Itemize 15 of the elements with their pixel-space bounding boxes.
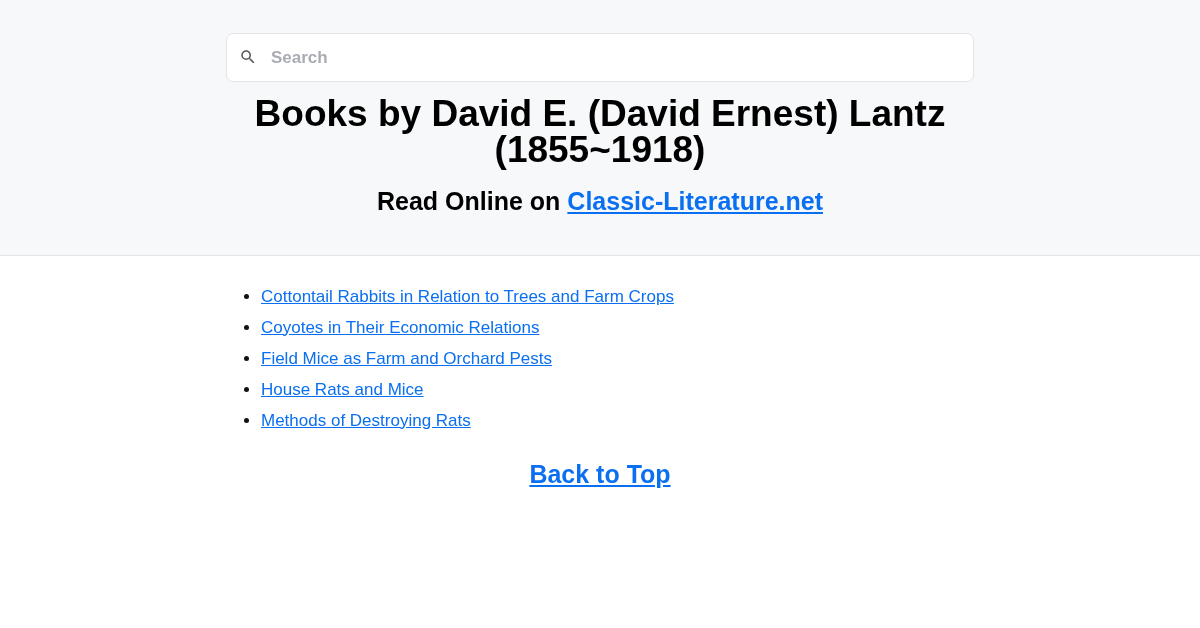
bullet-icon [244, 325, 249, 330]
bullet-icon [244, 418, 249, 423]
book-link[interactable]: Coyotes in Their Economic Relations [261, 317, 540, 338]
bullet-icon [244, 294, 249, 299]
back-to-top-link[interactable]: Back to Top [529, 460, 671, 488]
book-link[interactable]: House Rats and Mice [261, 379, 424, 400]
book-link[interactable]: Methods of Destroying Rats [261, 410, 471, 431]
page-title: Books by David E. (David Ernest) Lantz (1855~1918) [253, 96, 947, 168]
bullet-icon [244, 356, 249, 361]
book-link[interactable]: Cottontail Rabbits in Relation to Trees and Farm Crops [261, 286, 674, 307]
site-link[interactable]: Classic-Literature.net [567, 187, 823, 216]
subtitle-text: Read Online on [377, 187, 561, 216]
search-field[interactable]: Search [226, 33, 974, 82]
bullet-icon [244, 387, 249, 392]
book-link[interactable]: Field Mice as Farm and Orchard Pests [261, 348, 552, 369]
